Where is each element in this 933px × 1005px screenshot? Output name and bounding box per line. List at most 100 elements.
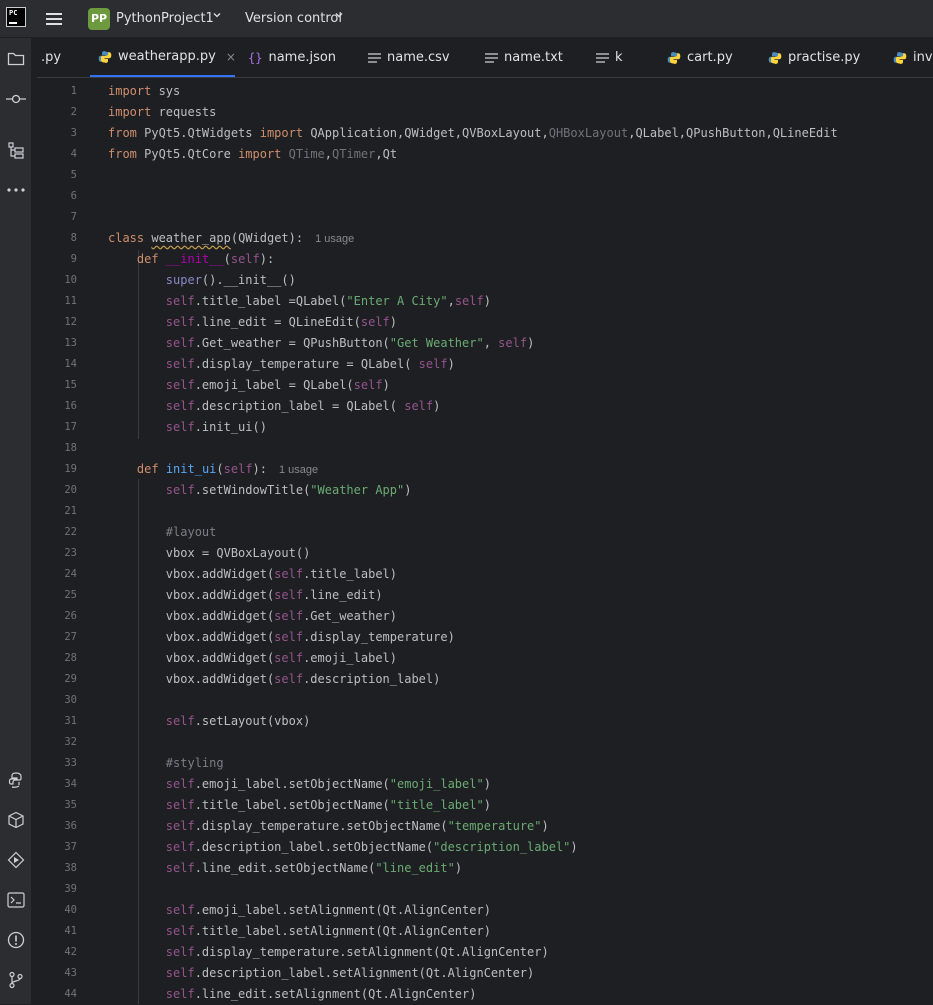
code-token: self [353,378,383,392]
chevron-down-icon[interactable] [212,10,222,23]
code-line[interactable]: from PyQt5.QtCore import QTime,QTimer,Qt [108,144,397,165]
code-token: ) [570,840,578,854]
code-token: self [165,399,195,413]
code-token: from [108,126,137,140]
code-token: .title_label) [303,567,397,581]
code-token: ) [433,399,441,413]
code-line[interactable]: #layout [108,522,217,543]
code-token: QTimer [332,147,376,161]
services-icon[interactable] [4,848,28,872]
more-icon[interactable] [4,178,28,202]
code-line[interactable]: vbox = QVBoxLayout() [108,543,311,564]
code-line[interactable]: self.emoji_label.setAlignment(Qt.AlignCe… [108,900,491,921]
line-number: 18 [64,442,77,454]
json-icon: {} [248,50,263,65]
code-line[interactable]: self.title_label.setObjectName("title_la… [108,795,491,816]
code-token: ) [483,777,491,791]
line-number: 40 [64,904,77,916]
code-line[interactable]: self.display_temperature.setObjectName("… [108,816,549,837]
code-token: ) [483,294,491,308]
problems-icon[interactable] [4,928,28,952]
code-token: ): [252,462,267,476]
usage-hint[interactable]: 1 usage [279,464,318,476]
project-selector[interactable]: PythonProject1 [116,11,214,26]
code-line[interactable]: #styling [108,753,224,774]
code-line[interactable]: vbox.addWidget(self.emoji_label) [108,648,397,669]
code-line[interactable]: import requests [108,102,216,123]
code-line[interactable]: def __init__(self): [108,249,274,270]
code-token: .description_label = QLabel( [194,399,405,413]
code-line[interactable]: import sys [108,81,180,102]
code-line[interactable]: self.init_ui() [108,417,267,438]
code-token: , [447,294,455,308]
line-number: 38 [64,862,77,874]
python-packages-icon[interactable] [4,808,28,832]
code-line[interactable]: self.setLayout(vbox) [108,711,311,732]
version-control-menu[interactable]: Version control [245,11,342,26]
text-file-icon [368,52,381,63]
code-line[interactable]: self.title_label =QLabel("Enter A City",… [108,291,491,312]
code-editor[interactable]: 1 2 3 4 5 6 7 8 9 10 11 12 13 14 15 16 17 18 19 20 21 22 23 24 2… [37,79,933,1004]
code-line[interactable]: self.emoji_label.setObjectName("emoji_la… [108,774,491,795]
code-line[interactable]: self.line_edit = QLineEdit(self) [108,312,397,333]
commit-icon[interactable] [4,87,28,111]
structure-icon[interactable] [4,138,28,162]
code-line[interactable]: self.title_label.setAlignment(Qt.AlignCe… [108,921,491,942]
code-line[interactable]: vbox.addWidget(self.line_edit) [108,585,383,606]
code-line[interactable]: vbox.addWidget(self.title_label) [108,564,397,585]
code-token: self [165,336,195,350]
tab-k[interactable]: k [596,38,623,77]
code-line[interactable]: self.Get_weather = QPushButton("Get Weat… [108,333,535,354]
code-token: self [274,588,304,602]
code-line[interactable]: from PyQt5.QtWidgets import QApplication… [108,123,838,144]
tab-name-txt[interactable]: name.txt [485,38,563,77]
line-number: 36 [64,820,77,832]
code-line[interactable]: self.line_edit.setObjectName("line_edit"… [108,858,462,879]
tab-prev-file[interactable]: .py [41,38,61,77]
code-token: .Get_weather) [303,609,397,623]
tab-weatherapp[interactable]: weatherapp.py × [90,38,236,77]
code-token: self [165,861,195,875]
code-line[interactable]: self.setWindowTitle("Weather App") [108,480,412,501]
code-token: .setLayout(vbox) [194,714,311,728]
git-icon[interactable] [4,968,28,992]
code-line[interactable]: self.display_temperature = QLabel( self) [108,354,455,375]
code-line[interactable]: self.description_label.setObjectName("de… [108,837,578,858]
code-line[interactable]: self.display_temperature.setAlignment(Qt… [108,942,549,963]
code-line[interactable]: vbox.addWidget(self.display_temperature) [108,627,455,648]
line-number: 26 [64,610,77,622]
code-token: ,Qt [375,147,398,161]
code-line[interactable]: self.description_label.setAlignment(Qt.A… [108,963,534,984]
code-line[interactable]: vbox.addWidget(self.Get_weather) [108,606,397,627]
folder-icon[interactable] [4,47,28,71]
project-badge[interactable]: PP [88,8,110,30]
title-bar: PC PP PythonProject1 Version control [0,0,933,38]
terminal-icon[interactable] [4,888,28,912]
code-line[interactable]: super().__init__() [108,270,296,291]
tab-label: .py [41,50,62,65]
left-tool-window-bar [0,38,32,1004]
tab-name-json[interactable]: {} name.json [248,38,336,77]
code-line[interactable]: self.description_label = QLabel( self) [108,396,441,417]
code-line[interactable]: def init_ui(self): 1 usage [108,459,318,480]
code-line[interactable]: class weather_app(QWidget): 1 usage [108,228,354,249]
tab-cart[interactable]: cart.py [667,38,733,77]
code-token: .description_label.setObjectName( [194,840,434,854]
code-token: "title_label" [389,798,484,812]
chevron-down-icon[interactable] [334,10,344,23]
tab-name-csv[interactable]: name.csv [368,38,450,77]
code-line[interactable]: self.line_edit.setAlignment(Qt.AlignCent… [108,984,477,1005]
code-line[interactable]: vbox.addWidget(self.description_label) [108,669,441,690]
main-menu-button[interactable] [44,10,64,28]
python-console-icon[interactable] [4,768,28,792]
line-number: 10 [64,274,77,286]
tab-inve[interactable]: inve [893,38,933,77]
code-token: super [165,273,202,287]
code-line[interactable]: self.emoji_label = QLabel(self) [108,375,390,396]
tab-practise[interactable]: practise.py [768,38,860,77]
usage-hint[interactable]: 1 usage [315,233,354,245]
close-icon[interactable]: × [226,50,236,64]
